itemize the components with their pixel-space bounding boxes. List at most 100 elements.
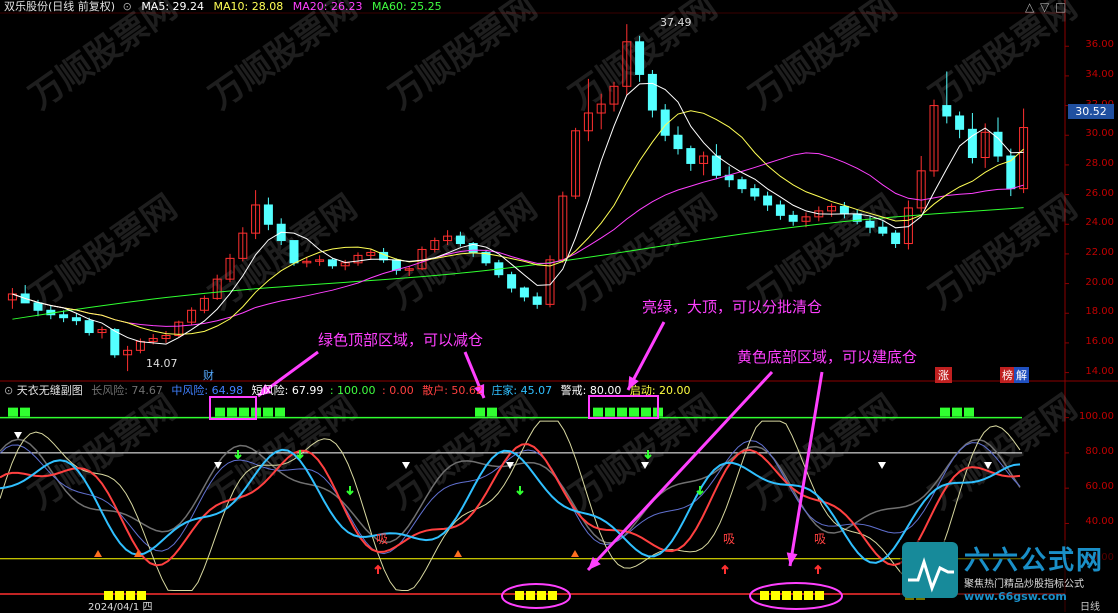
green-top-block [275,407,285,417]
short-risk-legend: 短风险: 67.99 [251,384,324,397]
sub-tick-label: 100.00 [1079,410,1114,422]
candle-body [59,314,69,319]
unlock-tag-label: 解 [1016,369,1027,382]
yellow-bottom-block [760,591,769,600]
ma5-legend: MA5: 29.24 [141,0,205,13]
price-tick-label: 34.00 [1085,68,1114,80]
yellow-bottom-block [793,591,802,600]
candle-body [519,287,529,298]
price-tick-label: 24.00 [1085,217,1114,229]
ma60-legend: MA60: 25.25 [371,0,442,13]
watermark-text: 万顺股票网 [922,387,1084,517]
green-top-block [475,407,485,417]
scroll-up-icon[interactable]: △ [1025,0,1034,14]
up-marker [571,550,579,557]
watermark-text: 万顺股票网 [742,0,904,117]
candle-body [775,204,785,216]
green-top-block [617,407,627,417]
candle-body [647,73,657,111]
ranking-tag[interactable]: 榜 [1000,367,1015,383]
green-top-block [964,407,974,417]
green-top-block [215,407,225,417]
green-top-block [227,407,237,417]
candle-body [839,205,849,215]
candle-body [763,195,773,206]
launch-legend: 启动: 20.00 [629,384,691,397]
candle-body [711,155,721,176]
maximize-icon[interactable]: □ [1055,0,1066,14]
ma20-legend: MA20: 26.23 [292,0,363,13]
yellow-bottom-block [782,591,791,600]
high-price-label: 37.49 [660,16,692,29]
candle-body [865,220,875,228]
chart-canvas[interactable]: 万顺股票网 万顺股票网 万顺股票网 万顺股票网 万顺股票网万顺股票网 万顺股票网 万顺股票网… [0,0,1118,612]
green-value-legend: : 100.00 [329,384,376,397]
annotation-green-top: 绿色顶部区域，可以减仓 [318,331,484,349]
red-up-arrow [374,564,382,574]
watermark-text: 万顺股票网 [922,187,1084,317]
banker-legend: 庄家: 45.07 [491,384,553,397]
up-marker [454,550,462,557]
candle-body [33,302,43,311]
candle-body [942,105,952,117]
green-top-block [487,407,497,417]
finance-tag[interactable]: 财 [203,367,214,383]
green-down-arrow [346,486,354,496]
watermark-layer: 万顺股票网 万顺股票网 万顺股票网 万顺股票网 万顺股票网万顺股票网 万顺股票网 万顺股票网… [22,0,1084,517]
sub-tick-label: 60.00 [1085,481,1114,493]
candle-body [110,329,120,356]
candle-body [788,214,798,222]
long-risk-legend: 长风险: 74.67 [91,384,163,397]
green-top-block [940,407,950,417]
annotation-yellow-bottom: 黄色底部区域，可以建底仓 [737,348,918,366]
candle-body [507,274,517,289]
candle-body [71,317,81,322]
yellow-bottom-block [548,591,557,600]
price-tick-label: 18.00 [1085,306,1114,318]
yellow-bottom-block [804,591,813,600]
green-down-arrow [234,450,242,460]
period-label[interactable]: 日线 [1080,598,1100,613]
price-tick-label: 16.00 [1085,335,1114,347]
candle-body [673,134,683,150]
alert-legend: 警戒: 80.00 [560,384,622,397]
candle-body [967,128,977,158]
candle-body [532,296,542,305]
retail-legend: 散户: 50.62 [422,384,483,397]
brand-name: 六六公式网 [964,546,1105,576]
candle-body [750,188,760,197]
sub-panel-header: ⊙ 天衣无缝副图 长风险: 74.67 中风险: 64.98 短风险: 67.9… [4,384,691,398]
limit-up-tag[interactable]: 涨 [935,367,952,383]
brand-slogan: 聚焦热门精品炒股指标公式 [964,579,1084,590]
date-label: 2024/04/1 四 [88,602,153,613]
green-down-arrow [516,486,524,496]
highlight-ellipse-1 [501,583,571,609]
price-tick-label: 28.00 [1085,157,1114,169]
unlock-tag[interactable]: 解 [1014,367,1029,383]
stock-chart-window[interactable]: 万顺股票网 万顺股票网 万顺股票网 万顺股票网 万顺股票网 万顺股票网 万顺股票网 万顺股票网… [0,0,1118,613]
candle-body [455,235,465,245]
stock-name: 双乐股份(日线 前复权) [4,0,116,13]
yellow-bottom-block [815,591,824,600]
panel-icon[interactable]: ⊙ [4,384,13,397]
price-tick-label: 22.00 [1085,246,1114,258]
down-marker [14,432,22,439]
absorb-label-3: 吸 [814,532,827,546]
scroll-down-icon[interactable]: ▽ [1040,0,1049,14]
ma10-legend: MA10: 28.08 [213,0,284,13]
dropdown-icon[interactable]: ⊙ [123,0,132,13]
red-up-arrow [814,564,822,574]
annotation-bright-green: 亮绿，大顶，可以分批清仓 [642,298,823,316]
green-top-block [641,407,651,417]
green-top-block [263,407,273,417]
watermark-text: 万顺股票网 [382,0,544,117]
red-value-legend: : 0.00 [382,384,414,397]
brand-logo: 六六公式网 聚焦热门精品炒股指标公式 www.66gsw.com 日线 [900,540,1118,613]
candle-body [84,320,94,334]
main-header: 双乐股份(日线 前复权) ⊙ MA5: 29.24 MA10: 28.08 MA… [4,0,442,14]
price-tick-label: 26.00 [1085,187,1114,199]
brand-url: www.66gsw.com [964,590,1067,603]
green-top-block [629,407,639,417]
green-top-block [952,407,962,417]
green-top-block [8,407,18,417]
